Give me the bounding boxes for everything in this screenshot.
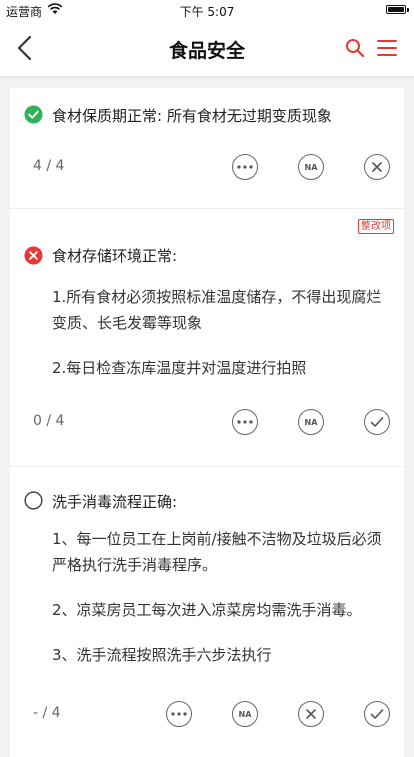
more-button[interactable] [232, 154, 258, 180]
check-icon [370, 417, 384, 427]
description-line: 1、每一位员工在上岗前/接触不洁物及垃圾后必须严格执行洗手消毒程序。 [52, 530, 382, 574]
description-line: 2.每日检查冻库温度并对温度进行拍照 [52, 359, 307, 377]
na-icon: NA [304, 162, 318, 172]
empty-circle-icon[interactable] [24, 491, 43, 510]
more-icon [237, 420, 253, 424]
item-title: 洗手消毒流程正确: [52, 493, 178, 511]
na-button[interactable]: NA [232, 701, 258, 727]
more-icon [171, 712, 187, 716]
item-score: - / 4 [33, 705, 61, 721]
close-icon [372, 162, 382, 172]
search-icon[interactable] [344, 37, 366, 59]
item-score: 4 / 4 [33, 158, 65, 174]
item-description: 1、每一位员工在上岗前/接触不洁物及垃圾后必须严格执行洗手消毒程序。 2、凉菜房… [52, 526, 392, 687]
na-icon: NA [304, 417, 318, 427]
check-icon [370, 709, 384, 719]
check-circle-icon[interactable] [24, 105, 43, 124]
more-button[interactable] [166, 701, 192, 727]
item-title: 食材存储环境正常: [52, 247, 178, 265]
more-button[interactable] [232, 409, 258, 435]
item-title: 食材保质期正常: 所有食材无过期变质现象 [52, 107, 332, 125]
rectification-tag: 整改项 [358, 219, 394, 234]
item-score: 0 / 4 [33, 413, 65, 429]
fail-button[interactable] [298, 701, 324, 727]
close-icon [306, 709, 316, 719]
na-icon: NA [238, 709, 252, 719]
error-circle-icon[interactable] [24, 246, 43, 265]
status-bar: 运营商 下午 5:07 [0, 0, 414, 20]
description-line: 2、凉菜房员工每次进入凉菜房均需洗手消毒。 [52, 601, 362, 619]
check-item: 洗手消毒流程正确: 1、每一位员工在上岗前/接触不洁物及垃圾后必须严格执行洗手消… [10, 467, 404, 757]
fail-button[interactable] [364, 154, 390, 180]
description-line: 1.所有食材必须按照标准温度储存，不得出现腐烂变质、长毛发霉等现象 [52, 288, 382, 332]
na-button[interactable]: NA [298, 154, 324, 180]
na-button[interactable]: NA [298, 409, 324, 435]
nav-bar: 食品安全 [0, 20, 414, 77]
more-icon [237, 165, 253, 169]
battery-icon [386, 5, 406, 14]
pass-button[interactable] [364, 701, 390, 727]
check-item: 整改项 食材存储环境正常: 1.所有食材必须按照标准温度储存，不得出现腐烂变质、… [10, 209, 404, 466]
check-item: 食材保质期正常: 所有食材无过期变质现象 4 / 4 NA [10, 88, 404, 208]
clock: 下午 5:07 [179, 5, 235, 19]
item-description: 1.所有食材必须按照标准温度储存，不得出现腐烂变质、长毛发霉等现象 2.每日检查… [52, 284, 392, 400]
battery-tip [407, 8, 409, 12]
pass-button[interactable] [364, 409, 390, 435]
menu-icon[interactable] [376, 38, 398, 58]
description-line: 3、洗手流程按照洗手六步法执行 [52, 646, 272, 664]
checklist: 食材保质期正常: 所有食材无过期变质现象 4 / 4 NA 整改项 食材存储环境… [10, 88, 404, 757]
